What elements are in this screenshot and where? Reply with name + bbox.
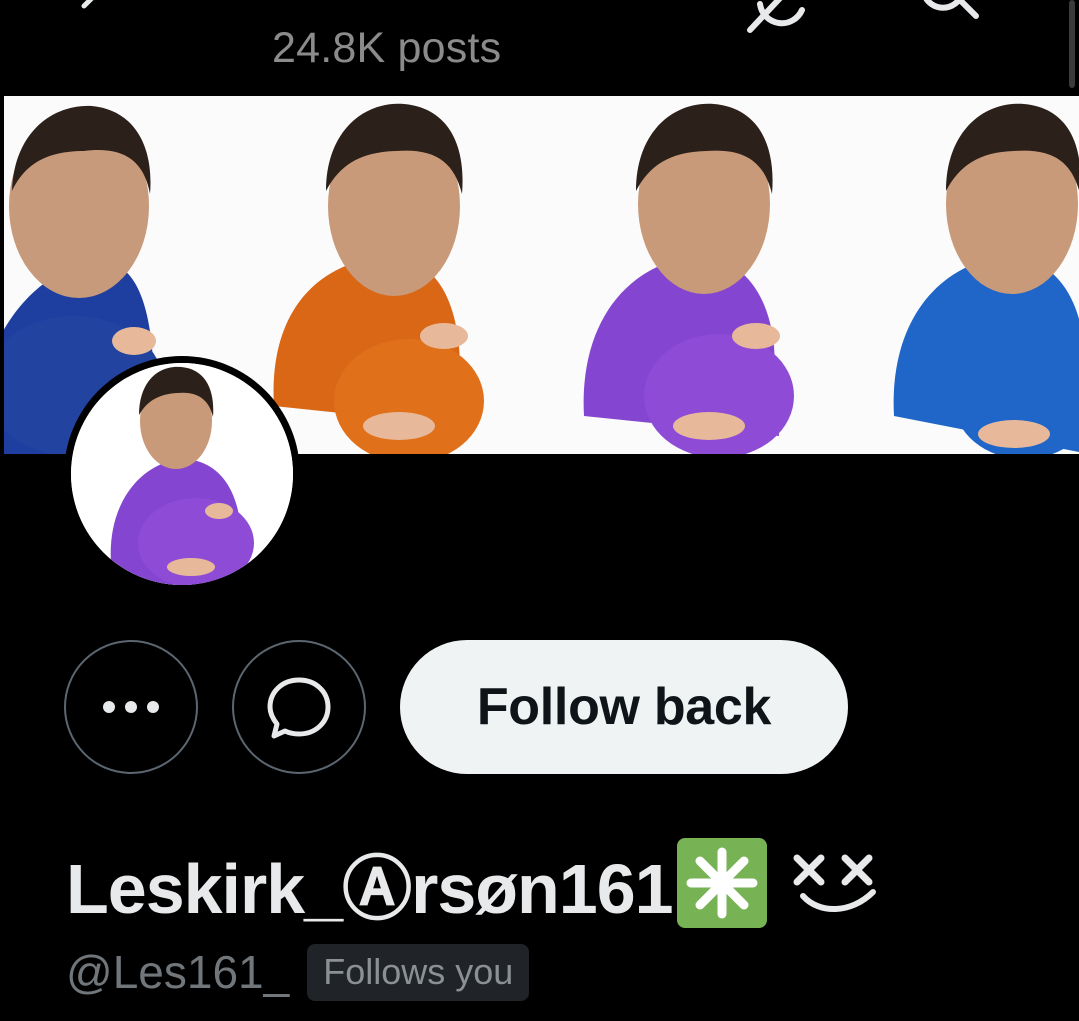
avatar-image (71, 363, 293, 585)
sparkle-icon (676, 838, 767, 928)
follow-back-button[interactable]: Follow back (400, 640, 848, 774)
more-button[interactable] (64, 640, 198, 774)
scrollbar[interactable] (1067, 0, 1079, 90)
handle-row: @Les161_ Follows you (66, 942, 530, 1002)
message-bubble-icon (267, 677, 331, 739)
scrollbar-thumb[interactable] (1069, 0, 1075, 88)
chevron-left-icon[interactable] (72, 0, 112, 26)
dizzy-face-icon (789, 848, 881, 918)
display-name: Leskirk_Ⓐrsøn161 (66, 849, 674, 928)
grok-icon[interactable] (746, 0, 816, 34)
follows-you-badge: Follows you (307, 943, 530, 1001)
display-name-row: Leskirk_Ⓐrsøn161 (66, 838, 881, 928)
message-button[interactable] (232, 640, 366, 774)
user-handle: @Les161_ (66, 946, 290, 998)
profile-page: 24.8K posts Follow back Leskirk_Ⓐrsøn161… (0, 0, 1079, 1021)
profile-avatar (71, 363, 293, 585)
avatar[interactable] (64, 356, 300, 592)
more-icon (103, 701, 159, 713)
posts-count: 24.8K posts (272, 24, 502, 72)
search-icon[interactable] (912, 0, 984, 28)
top-bar: 24.8K posts (0, 0, 1079, 96)
